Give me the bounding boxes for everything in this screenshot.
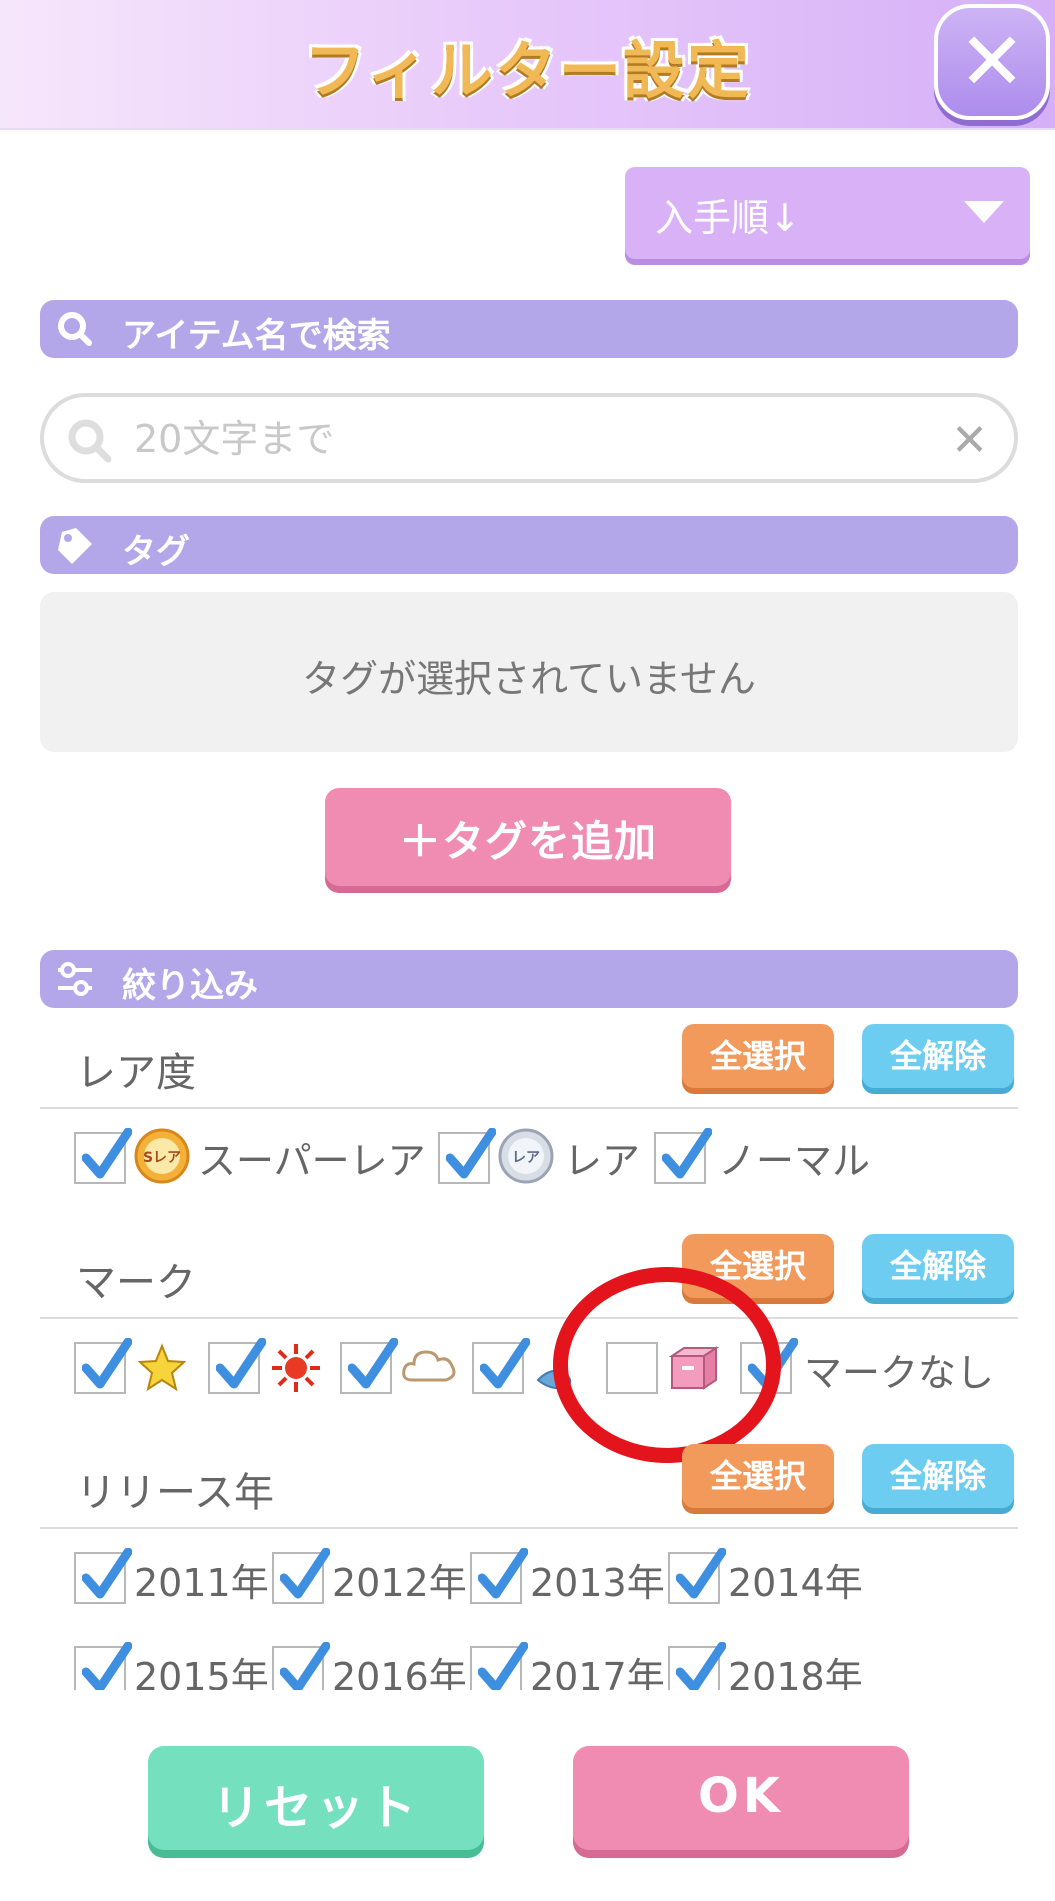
checkmark-icon: [82, 1338, 132, 1389]
checkmark-icon: [676, 1642, 726, 1690]
header-bar: フィルター設定 ✕: [0, 0, 1055, 130]
divider: [40, 1317, 1018, 1319]
rarity-label: レア度: [76, 1050, 196, 1096]
year-2015-checkbox[interactable]: [74, 1642, 132, 1690]
selected-tags-area: タグが選択されていません: [40, 592, 1018, 752]
checkmark-icon: [662, 1128, 712, 1179]
close-icon: ✕: [958, 15, 1026, 108]
rarity-super-rare-checkbox[interactable]: [74, 1128, 132, 1184]
search-section-title: アイテム名で検索: [122, 316, 391, 356]
cloud-icon: [402, 1350, 456, 1382]
annotation-circle: [553, 1267, 781, 1463]
rarity-normal-label: ノーマル: [718, 1139, 871, 1183]
checkmark-icon: [82, 1128, 132, 1179]
search-field[interactable]: ✕: [40, 393, 1018, 483]
checkmark-icon: [280, 1642, 330, 1690]
tag-icon: [58, 528, 92, 564]
divider: [40, 1107, 1018, 1109]
ok-button[interactable]: OK: [573, 1746, 909, 1850]
chevron-down-icon: [964, 201, 1004, 223]
year-2018-checkbox[interactable]: [668, 1642, 726, 1690]
mark-sun-checkbox[interactable]: [208, 1338, 266, 1394]
rare-badge-icon: レア: [498, 1128, 554, 1184]
page-title: フィルター設定: [304, 34, 751, 107]
search-icon: [68, 419, 112, 463]
rarity-normal-checkbox[interactable]: [654, 1128, 712, 1184]
rarity-clear-all-button[interactable]: 全解除: [862, 1024, 1014, 1088]
checkmark-icon: [478, 1548, 528, 1599]
sort-dropdown-label: 入手順↓: [655, 196, 801, 240]
year-2016-label: 2016年: [332, 1655, 467, 1690]
year-2018-label: 2018年: [728, 1655, 863, 1690]
checkmark-icon: [676, 1548, 726, 1599]
year-2012-label: 2012年: [332, 1561, 467, 1605]
year-2011-checkbox[interactable]: [74, 1548, 132, 1604]
checkmark-icon: [280, 1548, 330, 1599]
checkmark-icon: [82, 1548, 132, 1599]
checkmark-icon: [82, 1642, 132, 1690]
clear-icon[interactable]: ✕: [951, 415, 988, 466]
reset-button-label: リセット: [211, 1780, 420, 1836]
tag-section-title: タグ: [122, 532, 190, 572]
add-tag-button-label: ＋タグを追加: [398, 817, 657, 866]
checkmark-icon: [446, 1128, 496, 1179]
year-2013-label: 2013年: [530, 1561, 665, 1605]
year-2011-label: 2011年: [134, 1561, 269, 1605]
reset-button[interactable]: リセット: [148, 1746, 484, 1850]
year-2017-label: 2017年: [530, 1655, 665, 1690]
add-tag-button[interactable]: ＋タグを追加: [325, 788, 731, 886]
year-2014-label: 2014年: [728, 1561, 863, 1605]
mark-none-label: マークなし: [804, 1351, 995, 1395]
rarity-rare-label: レア: [564, 1139, 641, 1183]
super-rare-badge-text: Sレア: [143, 1150, 181, 1166]
year-options-scroll-area[interactable]: 2011年 2012年 2013年 2014年 2015年 2016年 2017…: [0, 1480, 1055, 1690]
year-2017-checkbox[interactable]: [470, 1642, 528, 1690]
rarity-rare-checkbox[interactable]: [438, 1128, 496, 1184]
search-input[interactable]: [134, 411, 954, 467]
checkmark-icon: [480, 1338, 530, 1389]
year-2012-checkbox[interactable]: [272, 1548, 330, 1604]
sun-icon: [272, 1344, 320, 1392]
year-2015-label: 2015年: [134, 1655, 269, 1690]
checkmark-icon: [348, 1338, 398, 1389]
ok-button-label: OK: [698, 1768, 784, 1824]
mark-cloud-checkbox[interactable]: [340, 1338, 398, 1394]
year-2014-checkbox[interactable]: [668, 1548, 726, 1604]
year-2016-checkbox[interactable]: [272, 1642, 330, 1690]
sort-dropdown[interactable]: 入手順↓: [625, 167, 1030, 259]
mark-rain-checkbox[interactable]: [472, 1338, 530, 1394]
search-icon: [58, 312, 92, 346]
search-section-header: アイテム名で検索: [40, 300, 1018, 358]
rare-badge-text: レア: [512, 1150, 540, 1166]
mark-star-checkbox[interactable]: [74, 1338, 132, 1394]
checkmark-icon: [478, 1642, 528, 1690]
no-tags-message: タグが選択されていません: [302, 657, 756, 701]
mark-label: マーク: [76, 1260, 196, 1306]
close-button[interactable]: ✕: [934, 4, 1050, 120]
sliders-icon: [58, 962, 92, 996]
filter-section-title: 絞り込み: [122, 966, 258, 1006]
filter-section-header: 絞り込み: [40, 950, 1018, 1008]
tag-section-header: タグ: [40, 516, 1018, 574]
star-icon: [137, 1343, 187, 1392]
checkmark-icon: [216, 1338, 266, 1389]
rarity-select-all-button[interactable]: 全選択: [682, 1024, 834, 1088]
mark-clear-all-button[interactable]: 全解除: [862, 1234, 1014, 1298]
rarity-super-rare-label: スーパーレア: [198, 1139, 426, 1183]
super-rare-badge-icon: Sレア: [134, 1128, 190, 1184]
year-2013-checkbox[interactable]: [470, 1548, 528, 1604]
